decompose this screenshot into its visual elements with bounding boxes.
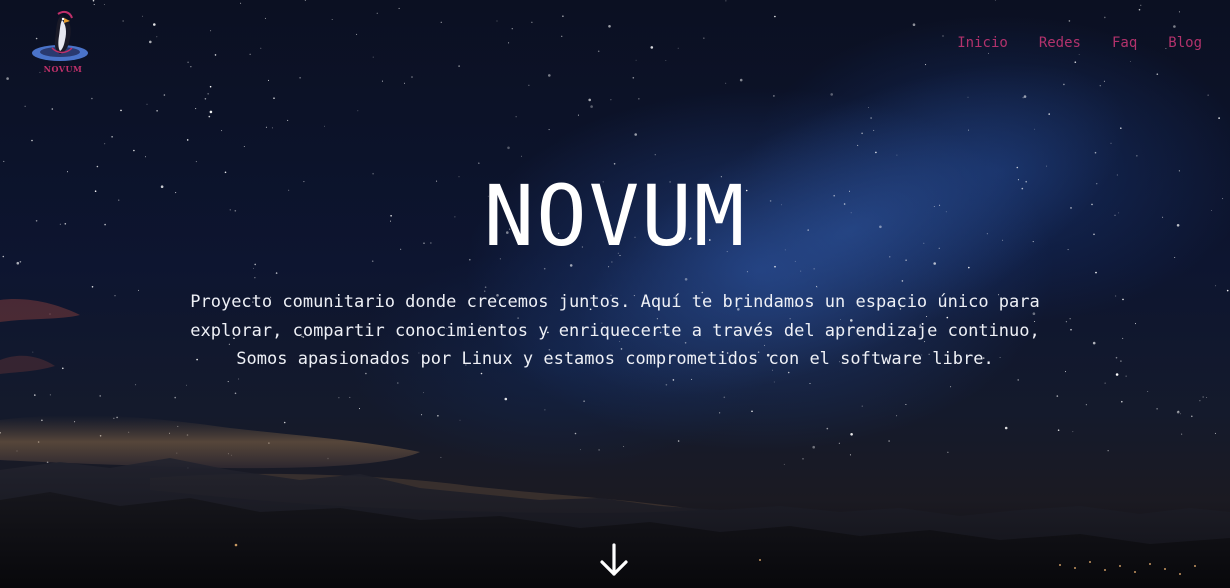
scroll-down-button[interactable] bbox=[598, 542, 630, 578]
site-header: NOVUM Inicio Redes Faq Blog bbox=[0, 0, 1230, 90]
arrow-down-icon bbox=[600, 543, 628, 576]
nav-link-inicio[interactable]: Inicio bbox=[957, 34, 1008, 52]
nav-link-redes[interactable]: Redes bbox=[1039, 34, 1081, 52]
hero-description: Proyecto comunitario donde crecemos junt… bbox=[190, 292, 1040, 369]
logo-text: NOVUM bbox=[43, 64, 83, 74]
main-nav: Inicio Redes Faq Blog bbox=[926, 34, 1202, 52]
nav-link-faq[interactable]: Faq bbox=[1112, 34, 1137, 52]
hero-title: NOVUM bbox=[483, 167, 747, 265]
penguin-logo-icon bbox=[32, 10, 88, 61]
logo[interactable]: NOVUM bbox=[30, 10, 96, 76]
nav-link-blog[interactable]: Blog bbox=[1168, 34, 1202, 52]
landing-page: NOVUM Inicio Redes Faq Blog NOVUM Proyec… bbox=[0, 0, 1230, 588]
